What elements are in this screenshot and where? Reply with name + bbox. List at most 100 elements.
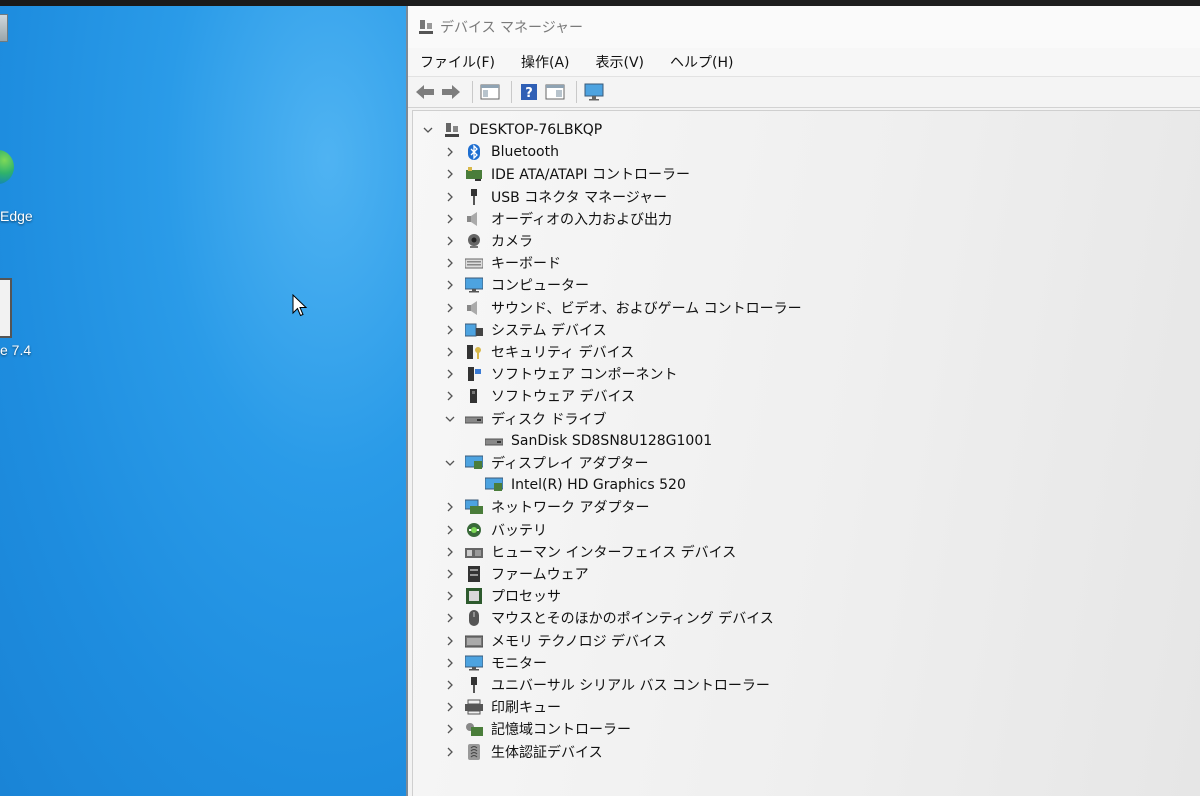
- chevron-right-icon[interactable]: [443, 500, 457, 514]
- chevron-right-icon[interactable]: [443, 523, 457, 537]
- chevron-right-icon[interactable]: [443, 700, 457, 714]
- tree-category-item[interactable]: ネットワーク アダプター: [443, 496, 649, 518]
- action-pane-icon[interactable]: [544, 82, 566, 102]
- tree-item-label: Intel(R) HD Graphics 520: [511, 477, 686, 494]
- tree-root-computer[interactable]: DESKTOP-76LBKQP: [421, 119, 602, 141]
- usb-connector-icon: [465, 188, 483, 205]
- chevron-down-icon[interactable]: [443, 412, 457, 426]
- tree-category-item[interactable]: プロセッサ: [443, 585, 561, 607]
- chevron-down-icon[interactable]: [421, 123, 435, 137]
- forward-icon[interactable]: [440, 82, 462, 102]
- tree-category-item[interactable]: Bluetooth: [443, 141, 559, 163]
- tree-category-item[interactable]: マウスとそのほかのポインティング デバイス: [443, 607, 774, 629]
- sound-icon: [465, 300, 483, 316]
- chevron-right-icon[interactable]: [443, 389, 457, 403]
- tree-category-item[interactable]: ディスク ドライブ: [443, 408, 606, 430]
- chevron-right-icon[interactable]: [443, 545, 457, 559]
- tree-device-item[interactable]: Intel(R) HD Graphics 520: [485, 474, 686, 496]
- chevron-right-icon[interactable]: [443, 722, 457, 736]
- device-manager-window: デバイス マネージャー ファイル(F) 操作(A) 表示(V) ヘルプ(H) ?…: [406, 6, 1200, 796]
- tree-category-item[interactable]: キーボード: [443, 252, 561, 274]
- tree-item-label: 生体認証デバイス: [491, 744, 603, 761]
- menu-file[interactable]: ファイル(F): [416, 50, 499, 74]
- tree-item-label: DESKTOP-76LBKQP: [469, 122, 603, 138]
- desktop-icon-label: e 7.4: [0, 342, 32, 358]
- title-bar: デバイス マネージャー: [408, 6, 1200, 48]
- tree-category-item[interactable]: サウンド、ビデオ、およびゲーム コントローラー: [443, 297, 802, 319]
- tree-item-label: コンピューター: [491, 278, 589, 295]
- tree-category-item[interactable]: 生体認証デバイス: [443, 741, 603, 763]
- menu-action[interactable]: 操作(A): [517, 50, 574, 74]
- back-icon[interactable]: [414, 82, 436, 102]
- desktop-icon-edge[interactable]: Edge: [0, 150, 60, 230]
- chevron-down-icon[interactable]: [443, 456, 457, 470]
- disk-drive-icon: [465, 411, 483, 427]
- tree-category-item[interactable]: 印刷キュー: [443, 696, 561, 718]
- tree-category-item[interactable]: コンピューター: [443, 274, 589, 296]
- tree-item-label: USB コネクタ マネージャー: [491, 189, 668, 206]
- tree-item-label: カメラ: [491, 234, 533, 250]
- help-icon[interactable]: ?: [518, 82, 540, 102]
- tree-item-label: ソフトウェア デバイス: [491, 389, 636, 406]
- chevron-right-icon[interactable]: [443, 278, 457, 292]
- svg-text:?: ?: [525, 86, 533, 101]
- tree-device-item[interactable]: SanDisk SD8SN8U128G1001: [485, 430, 712, 452]
- desktop-icon-app[interactable]: e 7.4: [0, 278, 60, 368]
- desktop: Edge e 7.4: [0, 0, 410, 796]
- chevron-right-icon[interactable]: [443, 190, 457, 204]
- chevron-right-icon[interactable]: [443, 367, 457, 381]
- menu-help[interactable]: ヘルプ(H): [666, 50, 737, 74]
- tree-category-item[interactable]: ソフトウェア デバイス: [443, 385, 635, 407]
- tree-category-item[interactable]: USB コネクタ マネージャー: [443, 186, 667, 208]
- tree-category-item[interactable]: セキュリティ デバイス: [443, 341, 634, 363]
- tree-category-item[interactable]: メモリ テクノロジ デバイス: [443, 630, 667, 652]
- tree-category-item[interactable]: システム デバイス: [443, 319, 607, 341]
- chevron-right-icon[interactable]: [443, 611, 457, 625]
- tree-item-label: 記憶域コントローラー: [491, 722, 631, 739]
- tree-item-label: マウスとそのほかのポインティング デバイス: [491, 611, 774, 628]
- chevron-right-icon[interactable]: [443, 212, 457, 226]
- system-device-icon: [465, 322, 483, 338]
- tree-item-label: キーボード: [491, 256, 561, 273]
- monitor-scan-icon[interactable]: [583, 82, 605, 102]
- properties-pane-icon[interactable]: [479, 82, 501, 102]
- chevron-right-icon[interactable]: [443, 656, 457, 670]
- chevron-right-icon[interactable]: [443, 745, 457, 759]
- tree-category-item[interactable]: ヒューマン インターフェイス デバイス: [443, 541, 736, 563]
- tree-category-item[interactable]: IDE ATA/ATAPI コントローラー: [443, 163, 690, 185]
- chevron-right-icon[interactable]: [443, 589, 457, 603]
- desktop-icon-recycle-bin[interactable]: [0, 14, 60, 74]
- mouse-icon: [465, 610, 483, 627]
- chevron-right-icon[interactable]: [443, 301, 457, 315]
- usb-controller-icon: [465, 677, 483, 693]
- chevron-right-icon[interactable]: [443, 145, 457, 159]
- tree-category-item[interactable]: ユニバーサル シリアル バス コントローラー: [443, 674, 770, 696]
- tree-category-item[interactable]: オーディオの入力および出力: [443, 208, 672, 230]
- chevron-right-icon[interactable]: [443, 167, 457, 181]
- tree-category-item[interactable]: 記憶域コントローラー: [443, 718, 631, 740]
- tree-item-label: ヒューマン インターフェイス デバイス: [491, 544, 737, 561]
- tree-category-item[interactable]: ソフトウェア コンポーネント: [443, 363, 677, 385]
- tree-category-item[interactable]: バッテリ: [443, 519, 547, 541]
- display-adapter-icon: [465, 455, 483, 471]
- chevron-right-icon[interactable]: [443, 678, 457, 692]
- tree-item-label: システム デバイス: [491, 322, 607, 339]
- chevron-right-icon[interactable]: [443, 567, 457, 581]
- chevron-right-icon[interactable]: [443, 345, 457, 359]
- chevron-right-icon[interactable]: [443, 323, 457, 337]
- tree-item-label: ディスプレイ アダプター: [491, 456, 649, 472]
- memory-icon: [465, 633, 483, 649]
- root-computer-icon: [443, 122, 461, 138]
- speaker-icon: [465, 211, 483, 227]
- tree-item-label: プロセッサ: [491, 589, 561, 606]
- tree-category-item[interactable]: カメラ: [443, 230, 533, 252]
- tree-category-item[interactable]: ディスプレイ アダプター: [443, 452, 648, 474]
- tree-category-item[interactable]: モニター: [443, 652, 547, 674]
- menu-view[interactable]: 表示(V): [592, 50, 649, 74]
- chevron-right-icon[interactable]: [443, 256, 457, 270]
- desktop-icon-label: Edge: [0, 208, 33, 224]
- chevron-right-icon[interactable]: [443, 634, 457, 648]
- tree-category-item[interactable]: ファームウェア: [443, 563, 589, 585]
- firmware-icon: [465, 566, 483, 582]
- chevron-right-icon[interactable]: [443, 234, 457, 248]
